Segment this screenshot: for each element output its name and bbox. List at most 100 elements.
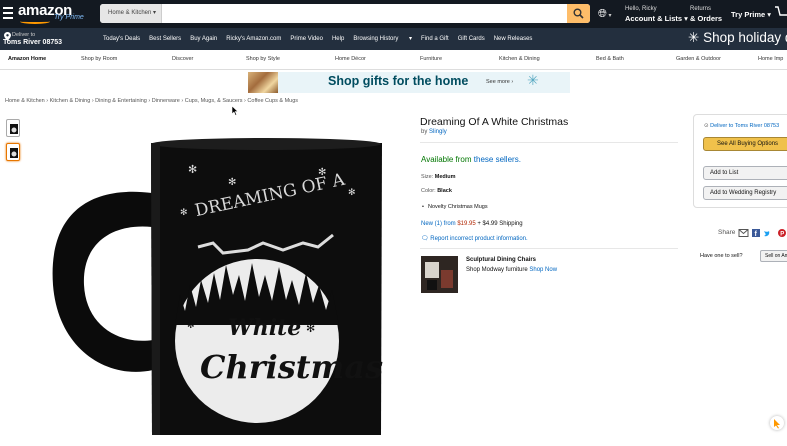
mouse-cursor-icon bbox=[232, 106, 239, 116]
account-label: Account & Lists bbox=[625, 14, 683, 23]
promo-banner[interactable]: Shop gifts for the home See more › ✳ bbox=[248, 72, 570, 93]
cat-shop-by-style[interactable]: Shop by Style bbox=[246, 56, 280, 62]
ad-subtitle-text: Shop Modway furniture bbox=[466, 267, 528, 273]
subnav-link-find-a-gift[interactable]: Find a Gift bbox=[421, 28, 449, 50]
subnav-link-buy-again[interactable]: Buy Again bbox=[190, 28, 217, 50]
mug-thumbnail-image bbox=[10, 148, 18, 158]
ad-shop-now-link[interactable]: Shop Now bbox=[529, 267, 557, 273]
email-icon[interactable] bbox=[738, 229, 749, 237]
ad-image[interactable] bbox=[421, 256, 458, 293]
mug-thumbnail-image bbox=[10, 124, 18, 134]
subnav-link-help[interactable]: Help bbox=[332, 28, 344, 50]
subnav-links: Today's Deals Best Sellers Buy Again Ric… bbox=[103, 28, 541, 50]
sellers-link[interactable]: these sellers. bbox=[474, 155, 521, 164]
deliver-location: Toms River 08753 bbox=[3, 39, 63, 46]
account-lists-menu[interactable]: Hello, Ricky Account & Lists ▾ bbox=[625, 5, 688, 23]
size-value: Medium bbox=[434, 174, 456, 180]
share-label: Share bbox=[718, 229, 736, 236]
search-button[interactable] bbox=[567, 4, 590, 23]
shipping-cost: + $4.99 Shipping bbox=[477, 221, 523, 227]
by-label: by bbox=[421, 129, 428, 135]
twitter-icon[interactable] bbox=[764, 231, 770, 237]
see-all-buying-options-button[interactable]: See All Buying Options bbox=[703, 137, 787, 151]
comment-icon: 🗨︎ bbox=[421, 236, 429, 242]
size-attribute[interactable]: Size: Medium bbox=[421, 174, 456, 180]
mug-image: ✻ ✻ ✻ ✻ ✻ ✻ ✻ DREAMING OF A White Christ… bbox=[52, 138, 383, 435]
availability-text: Available from bbox=[421, 155, 472, 164]
cat-kitchen-dining[interactable]: Kitchen & Dining bbox=[499, 56, 540, 62]
search-bar: Home & Kitchen ▾ bbox=[100, 4, 590, 23]
snowflake-icon: ✳ bbox=[688, 30, 700, 45]
sell-on-amazon-button[interactable]: Sell on Amazon bbox=[760, 250, 787, 262]
returns-label: Returns bbox=[690, 6, 712, 12]
thumbnail-2[interactable] bbox=[6, 143, 20, 161]
location-pin-icon bbox=[4, 32, 11, 41]
cat-shop-by-room[interactable]: Shop by Room bbox=[81, 56, 117, 62]
cat-home-improvement[interactable]: Home Imp bbox=[758, 56, 783, 62]
holiday-promo-link[interactable]: ✳ Shop holiday de bbox=[688, 30, 787, 46]
language-selector[interactable]: 🌐︎ ▾ bbox=[598, 8, 612, 21]
facebook-icon[interactable]: f bbox=[752, 229, 760, 238]
search-category-label: Home & Kitchen bbox=[108, 10, 152, 16]
share-icons: f P bbox=[738, 229, 786, 238]
subnav-link-new-releases[interactable]: New Releases bbox=[494, 28, 533, 50]
offers-line: New (1) from $19.95 + $4.99 Shipping bbox=[421, 221, 523, 227]
offer-price: $19.95 bbox=[457, 221, 476, 227]
search-input[interactable] bbox=[163, 4, 568, 23]
pointer-icon bbox=[774, 419, 780, 429]
cat-amazon-home[interactable]: Amazon Home bbox=[8, 56, 46, 62]
feature-bullet: Novelty Christmas Mugs bbox=[422, 204, 488, 210]
ad-subtitle: Shop Modway furniture Shop Now bbox=[466, 267, 557, 273]
product-brand-line: by Slingly bbox=[421, 129, 447, 135]
brand-link[interactable]: Slingly bbox=[429, 129, 447, 135]
add-to-wedding-registry-button[interactable]: Add to Wedding Registry bbox=[703, 186, 787, 200]
search-category-dropdown[interactable]: Home & Kitchen ▾ bbox=[100, 4, 162, 23]
banner-see-more[interactable]: See more › bbox=[486, 79, 513, 85]
subnav-link-best-sellers[interactable]: Best Sellers bbox=[149, 28, 181, 50]
product-title: Dreaming Of A White Christmas bbox=[420, 116, 569, 128]
buybox-deliver-link[interactable]: ⊙ Deliver to Toms River 08753 bbox=[704, 123, 779, 129]
globe-icon: 🌐︎ bbox=[598, 8, 607, 20]
deliver-label: Deliver to bbox=[12, 32, 36, 38]
search-icon bbox=[573, 8, 584, 19]
menu-icon[interactable] bbox=[3, 7, 13, 19]
cat-bed-bath[interactable]: Bed & Bath bbox=[596, 56, 624, 62]
account-greeting: Hello, Ricky bbox=[625, 6, 657, 12]
cat-discover[interactable]: Discover bbox=[172, 56, 193, 62]
color-value: Black bbox=[437, 188, 452, 194]
try-prime-menu[interactable]: Try Prime ▾ bbox=[731, 10, 771, 19]
svg-text:✻: ✻ bbox=[188, 163, 197, 176]
ad-title[interactable]: Sculptural Dining Chairs bbox=[466, 257, 536, 263]
banner-image bbox=[248, 72, 278, 93]
report-link[interactable]: 🗨︎ Report incorrect product information. bbox=[421, 235, 528, 242]
subnav-link-browsing-history[interactable]: Browsing History ▾ bbox=[353, 28, 412, 50]
holiday-promo-text: Shop holiday de bbox=[703, 30, 787, 45]
color-attribute[interactable]: Color: Black bbox=[421, 188, 452, 194]
browsing-history-label: Browsing History bbox=[353, 36, 399, 42]
subnav-link-todays-deals[interactable]: Today's Deals bbox=[103, 28, 140, 50]
top-nav: amazon Try Prime Home & Kitchen ▾ 🌐︎ ▾ H… bbox=[0, 0, 787, 28]
try-prime-link[interactable]: Try Prime bbox=[54, 14, 84, 21]
svg-text:✻: ✻ bbox=[306, 322, 315, 335]
help-fab[interactable] bbox=[770, 416, 784, 430]
cat-garden-outdoor[interactable]: Garden & Outdoor bbox=[676, 56, 721, 62]
subnav-link-gift-cards[interactable]: Gift Cards bbox=[458, 28, 485, 50]
cat-furniture[interactable]: Furniture bbox=[420, 56, 442, 62]
pinterest-icon[interactable]: P bbox=[778, 229, 786, 238]
cart-icon[interactable] bbox=[775, 5, 787, 19]
secondary-nav: Deliver to Toms River 08753 Today's Deal… bbox=[0, 28, 787, 50]
location-pin-icon: ⊙ bbox=[704, 123, 709, 129]
thumbnail-1[interactable] bbox=[6, 119, 20, 137]
product-main-image[interactable]: ✻ ✻ ✻ ✻ ✻ ✻ ✻ DREAMING OF A White Christ… bbox=[48, 135, 388, 441]
add-to-list-button[interactable]: Add to List bbox=[703, 166, 787, 180]
chevron-down-icon: ▾ bbox=[606, 13, 612, 19]
returns-orders-link[interactable]: Returns & Orders bbox=[690, 5, 722, 23]
subnav-link-prime-video[interactable]: Prime Video bbox=[290, 28, 323, 50]
cat-home-decor[interactable]: Home Décor bbox=[335, 56, 366, 62]
mug-text-white: White bbox=[228, 315, 301, 341]
subnav-link-rickys-amazon[interactable]: Ricky's Amazon.com bbox=[226, 28, 281, 50]
deliver-to-location[interactable]: Deliver to Toms River 08753 bbox=[3, 31, 62, 47]
new-offers-link[interactable]: New (1) from bbox=[421, 221, 456, 227]
svg-text:✻: ✻ bbox=[228, 177, 236, 188]
breadcrumb[interactable]: Home & Kitchen › Kitchen & Dining › Dini… bbox=[5, 98, 298, 104]
